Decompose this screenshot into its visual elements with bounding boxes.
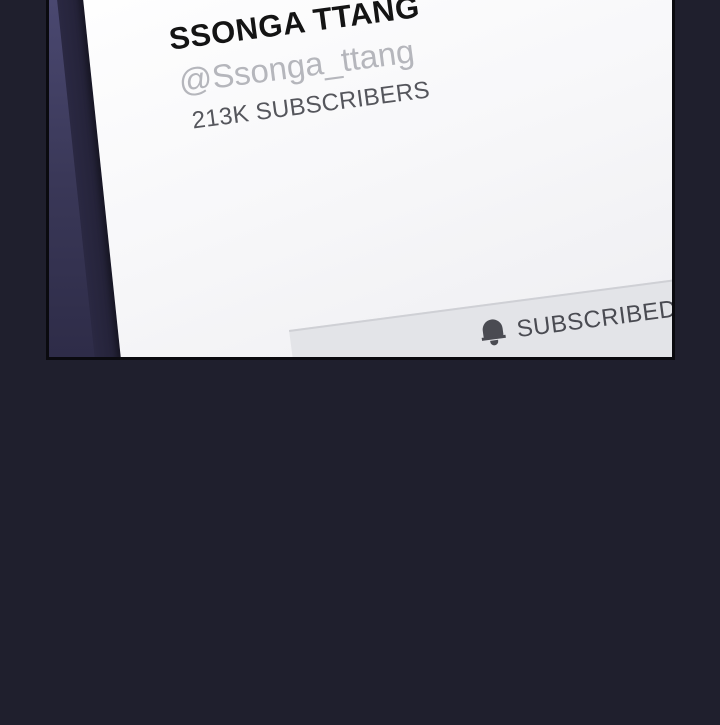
subscribed-button-content: SUBSCRIBED bbox=[479, 295, 675, 349]
subscribed-label: SUBSCRIBED bbox=[515, 295, 675, 344]
comic-panel: SSONGA TTANG @Ssonga_ttang 213K SUBSCRIB… bbox=[46, 0, 675, 360]
bell-icon bbox=[479, 318, 506, 349]
comic-page: SSONGA TTANG @Ssonga_ttang 213K SUBSCRIB… bbox=[0, 0, 720, 725]
